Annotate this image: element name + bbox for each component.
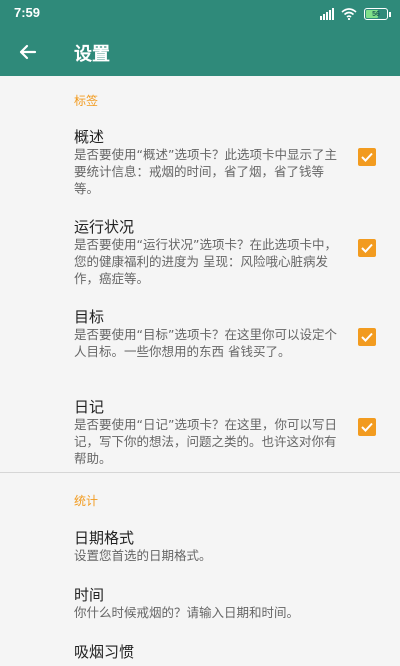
checkbox-health[interactable] [358, 239, 376, 257]
checkbox-diary[interactable] [358, 418, 376, 436]
app-bar: 设置 [0, 28, 400, 76]
pref-title: 吸烟习惯 [74, 643, 135, 661]
battery-icon: 56 [364, 8, 391, 20]
pref-smoking-habits[interactable]: 吸烟习惯 [0, 641, 400, 666]
back-button[interactable] [14, 38, 42, 66]
status-icons: 56 [320, 6, 391, 22]
pref-summary: 是否要使用“目标”选项卡？在这里你可以设定个人目标。一些你想用的东西 省钱买了。 [74, 327, 337, 359]
section-header-tabs: 标签 [74, 94, 99, 108]
section-divider [0, 472, 400, 473]
pref-title: 日记 [74, 398, 105, 416]
pref-overview[interactable]: 概述 是否要使用“概述”选项卡？此选项卡中显示了主要统计信息：戒烟的时间，省了烟… [0, 126, 400, 196]
pref-title: 目标 [74, 308, 105, 326]
battery-text: 56 [372, 10, 380, 18]
pref-summary: 你什么时候戒烟的？请输入日期和时间。 [74, 605, 300, 620]
pref-title: 日期格式 [74, 529, 135, 547]
pref-title: 运行状况 [74, 218, 135, 236]
check-icon [361, 422, 373, 432]
signal-icon [320, 8, 334, 20]
status-bar: 7:59 56 [0, 0, 400, 28]
checkbox-goals[interactable] [358, 328, 376, 346]
pref-title: 时间 [74, 586, 105, 604]
status-time: 7:59 [14, 5, 41, 20]
pref-health[interactable]: 运行状况 是否要使用“运行状况”选项卡？在此选项卡中，您的健康福利的进度为 呈现… [0, 216, 400, 286]
section-header-stats: 统计 [74, 494, 99, 508]
checkbox-overview[interactable] [358, 148, 376, 166]
check-icon [361, 332, 373, 342]
pref-summary: 设置您首选的日期格式。 [74, 548, 212, 563]
pref-date-format[interactable]: 日期格式 设置您首选的日期格式。 [0, 527, 400, 567]
pref-summary: 是否要使用“运行状况”选项卡？在此选项卡中，您的健康福利的进度为 呈现：风险哦心… [74, 237, 337, 286]
pref-summary: 是否要使用“日记”选项卡？在这里，你可以写日记，写下你的想法，问题之类的。也许这… [74, 417, 337, 466]
check-icon [361, 243, 373, 253]
check-icon [361, 152, 373, 162]
pref-title: 概述 [74, 128, 105, 146]
pref-goals[interactable]: 目标 是否要使用“目标”选项卡？在这里你可以设定个人目标。一些你想用的东西 省钱… [0, 306, 400, 376]
pref-quit-time[interactable]: 时间 你什么时候戒烟的？请输入日期和时间。 [0, 584, 400, 624]
pref-summary: 是否要使用“概述”选项卡？此选项卡中显示了主要统计信息：戒烟的时间，省了烟，省了… [74, 147, 337, 196]
pref-diary[interactable]: 日记 是否要使用“日记”选项卡？在这里，你可以写日记，写下你的想法，问题之类的。… [0, 396, 400, 466]
arrow-left-icon [19, 44, 37, 60]
wifi-icon [341, 8, 357, 20]
page-title: 设置 [74, 44, 110, 65]
